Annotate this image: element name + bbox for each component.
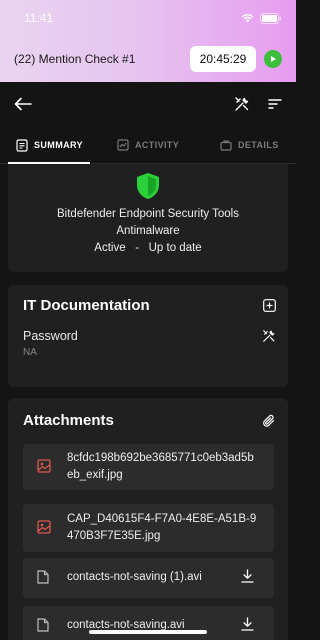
back-arrow-icon[interactable] [14, 97, 32, 111]
tab-summary[interactable]: SUMMARY [16, 126, 83, 164]
attachments-card: Attachments 8cfdc198b692be3685771c0eb3ad… [8, 398, 288, 640]
download-icon[interactable] [241, 617, 254, 631]
tab-summary-label: SUMMARY [34, 140, 83, 150]
image-icon [37, 459, 51, 473]
timer-banner: 11:41 (22) Mention Check #1 20:45:29 [0, 0, 296, 82]
battery-icon [260, 12, 281, 24]
status-icons [241, 12, 282, 24]
briefcase-icon [220, 140, 232, 151]
wifi-icon [241, 14, 254, 23]
tab-details[interactable]: DETAILS [220, 126, 279, 164]
status-bar: 11:41 [24, 10, 282, 26]
tab-details-label: DETAILS [238, 140, 279, 150]
attachment-name: contacts-not-saving (1).avi [67, 571, 202, 583]
sort-menu-icon[interactable] [268, 98, 282, 110]
activity-icon [117, 139, 129, 151]
play-icon [271, 56, 276, 62]
timer-bar: (22) Mention Check #1 20:45:29 [14, 44, 282, 74]
product-type: Antimalware [116, 225, 180, 237]
product-card: Bitdefender Endpoint Security Tools Anti… [8, 164, 288, 272]
field-label: Password [23, 329, 78, 343]
attachment-name: 8cfdc198b692be3685771c0eb3ad5beb_exif.jp… [67, 452, 254, 481]
timer-ticket-title[interactable]: (22) Mention Check #1 [14, 52, 190, 66]
attachment-item[interactable]: contacts-not-saving (1).avi [23, 558, 274, 598]
section-title: Attachments [23, 412, 114, 429]
tab-activity[interactable]: ACTIVITY [117, 126, 179, 164]
product-name: Bitdefender Endpoint Security Tools [57, 208, 239, 220]
file-icon [37, 618, 49, 632]
summary-icon [16, 138, 28, 152]
tab-activity-label: ACTIVITY [135, 140, 180, 150]
attachment-name: CAP_D40615F4-F7A0-4E8E-A51B-9470B3F7E35E… [67, 513, 257, 542]
field-value: NA [23, 347, 37, 358]
app-bar [0, 82, 296, 126]
play-button[interactable] [264, 50, 282, 68]
tools-icon[interactable] [234, 96, 250, 112]
status-time: 11:41 [24, 11, 54, 25]
attachment-item[interactable]: CAP_D40615F4-F7A0-4E8E-A51B-9470B3F7E35E… [23, 504, 274, 552]
section-title: IT Documentation [23, 297, 150, 314]
shield-icon [137, 173, 159, 199]
file-icon [37, 570, 49, 584]
timer-elapsed: 20:45:29 [190, 46, 256, 72]
attachment-item[interactable]: 8cfdc198b692be3685771c0eb3ad5beb_exif.jp… [23, 444, 274, 490]
tab-bar: SUMMARY ACTIVITY DETAILS [0, 126, 296, 164]
add-icon[interactable] [263, 299, 276, 312]
tools-icon[interactable] [262, 329, 276, 343]
attachment-item[interactable]: contacts-not-saving.avi [23, 606, 274, 640]
it-documentation-card: IT Documentation Password NA [8, 285, 288, 387]
product-status: Active - Up to date [94, 242, 202, 254]
download-icon[interactable] [241, 569, 254, 583]
home-indicator[interactable] [89, 630, 207, 634]
paperclip-icon[interactable] [262, 414, 276, 429]
image-icon [37, 520, 51, 534]
